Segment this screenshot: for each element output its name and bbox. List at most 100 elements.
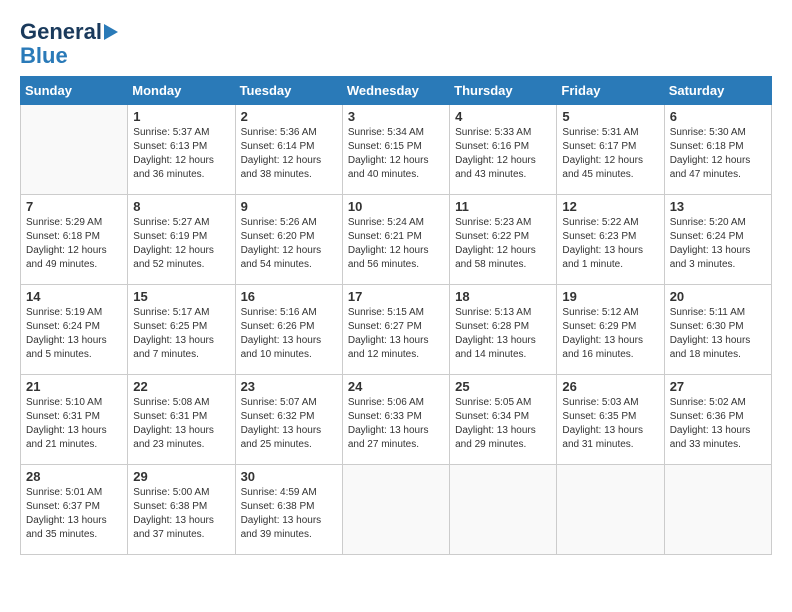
day-info: Sunrise: 5:12 AM Sunset: 6:29 PM Dayligh… bbox=[562, 306, 658, 362]
day-number: 21 bbox=[26, 379, 122, 394]
day-number: 4 bbox=[455, 109, 551, 124]
calendar-cell: 11Sunrise: 5:23 AM Sunset: 6:22 PM Dayli… bbox=[450, 195, 557, 285]
day-number: 9 bbox=[241, 199, 337, 214]
day-number: 22 bbox=[133, 379, 229, 394]
day-info: Sunrise: 5:13 AM Sunset: 6:28 PM Dayligh… bbox=[455, 306, 551, 362]
calendar-day-header: Friday bbox=[557, 77, 664, 105]
calendar-week-row: 21 Sunrise: 5:10 AM Sunset: 6:31 PM Dayli… bbox=[21, 375, 772, 465]
calendar-cell: 10Sunrise: 5:24 AM Sunset: 6:21 PM Dayli… bbox=[342, 195, 449, 285]
calendar-cell: 18 Sunrise: 5:13 AM Sunset: 6:28 PM Dayli… bbox=[450, 285, 557, 375]
calendar-cell bbox=[557, 465, 664, 555]
day-number: 3 bbox=[348, 109, 444, 124]
calendar-cell bbox=[450, 465, 557, 555]
calendar-header: SundayMondayTuesdayWednesdayThursdayFrid… bbox=[21, 77, 772, 105]
day-number: 24 bbox=[348, 379, 444, 394]
calendar-cell: 9 Sunrise: 5:26 AM Sunset: 6:20 PM Daylig… bbox=[235, 195, 342, 285]
day-info: Sunrise: 5:15 AM Sunset: 6:27 PM Dayligh… bbox=[348, 306, 444, 362]
calendar-cell: 1 Sunrise: 5:37 AM Sunset: 6:13 PM Daylig… bbox=[128, 105, 235, 195]
page-header: General Blue bbox=[20, 20, 772, 68]
day-info: Sunrise: 5:10 AM Sunset: 6:31 PM Dayligh… bbox=[26, 396, 122, 452]
calendar-day-header: Wednesday bbox=[342, 77, 449, 105]
day-info: Sunrise: 5:11 AM Sunset: 6:30 PM Dayligh… bbox=[670, 306, 766, 362]
calendar-cell bbox=[342, 465, 449, 555]
calendar-week-row: 7 Sunrise: 5:29 AM Sunset: 6:18 PM Daylig… bbox=[21, 195, 772, 285]
calendar-cell: 22 Sunrise: 5:08 AM Sunset: 6:31 PM Dayli… bbox=[128, 375, 235, 465]
day-number: 13 bbox=[670, 199, 766, 214]
day-number: 15 bbox=[133, 289, 229, 304]
day-number: 8 bbox=[133, 199, 229, 214]
day-info: Sunrise: 5:31 AM Sunset: 6:17 PM Dayligh… bbox=[562, 126, 658, 182]
calendar-cell: 29Sunrise: 5:00 AM Sunset: 6:38 PM Dayli… bbox=[128, 465, 235, 555]
calendar-cell: 25 Sunrise: 5:05 AM Sunset: 6:34 PM Dayli… bbox=[450, 375, 557, 465]
day-number: 10 bbox=[348, 199, 444, 214]
day-info: Sunrise: 5:36 AM Sunset: 6:14 PM Dayligh… bbox=[241, 126, 337, 182]
day-info: Sunrise: 5:02 AM Sunset: 6:36 PM Dayligh… bbox=[670, 396, 766, 452]
calendar-cell: 19 Sunrise: 5:12 AM Sunset: 6:29 PM Dayli… bbox=[557, 285, 664, 375]
day-info: Sunrise: 5:29 AM Sunset: 6:18 PM Dayligh… bbox=[26, 216, 122, 272]
day-number: 29 bbox=[133, 469, 229, 484]
calendar-week-row: 14 Sunrise: 5:19 AM Sunset: 6:24 PM Dayli… bbox=[21, 285, 772, 375]
day-number: 2 bbox=[241, 109, 337, 124]
day-info: Sunrise: 5:20 AM Sunset: 6:24 PM Dayligh… bbox=[670, 216, 766, 272]
day-info: Sunrise: 5:33 AM Sunset: 6:16 PM Dayligh… bbox=[455, 126, 551, 182]
calendar-day-header: Sunday bbox=[21, 77, 128, 105]
calendar-cell: 28 Sunrise: 5:01 AM Sunset: 6:37 PM Dayli… bbox=[21, 465, 128, 555]
calendar-table: SundayMondayTuesdayWednesdayThursdayFrid… bbox=[20, 76, 772, 555]
day-number: 27 bbox=[670, 379, 766, 394]
day-info: Sunrise: 4:59 AM Sunset: 6:38 PM Dayligh… bbox=[241, 486, 337, 542]
day-info: Sunrise: 5:16 AM Sunset: 6:26 PM Dayligh… bbox=[241, 306, 337, 362]
calendar-day-header: Tuesday bbox=[235, 77, 342, 105]
day-number: 25 bbox=[455, 379, 551, 394]
day-info: Sunrise: 5:17 AM Sunset: 6:25 PM Dayligh… bbox=[133, 306, 229, 362]
day-number: 30 bbox=[241, 469, 337, 484]
day-number: 16 bbox=[241, 289, 337, 304]
day-number: 17 bbox=[348, 289, 444, 304]
calendar-body: 1 Sunrise: 5:37 AM Sunset: 6:13 PM Daylig… bbox=[21, 105, 772, 555]
calendar-cell bbox=[664, 465, 771, 555]
calendar-cell: 5 Sunrise: 5:31 AM Sunset: 6:17 PM Daylig… bbox=[557, 105, 664, 195]
calendar-day-header: Saturday bbox=[664, 77, 771, 105]
calendar-cell: 21 Sunrise: 5:10 AM Sunset: 6:31 PM Dayli… bbox=[21, 375, 128, 465]
day-number: 12 bbox=[562, 199, 658, 214]
calendar-cell: 2 Sunrise: 5:36 AM Sunset: 6:14 PM Daylig… bbox=[235, 105, 342, 195]
day-number: 23 bbox=[241, 379, 337, 394]
day-info: Sunrise: 5:30 AM Sunset: 6:18 PM Dayligh… bbox=[670, 126, 766, 182]
day-number: 1 bbox=[133, 109, 229, 124]
calendar-cell: 16 Sunrise: 5:16 AM Sunset: 6:26 PM Dayli… bbox=[235, 285, 342, 375]
calendar-cell: 8 Sunrise: 5:27 AM Sunset: 6:19 PM Daylig… bbox=[128, 195, 235, 285]
day-number: 14 bbox=[26, 289, 122, 304]
day-number: 11 bbox=[455, 199, 551, 214]
logo-line2: Blue bbox=[20, 44, 68, 68]
day-info: Sunrise: 5:37 AM Sunset: 6:13 PM Dayligh… bbox=[133, 126, 229, 182]
calendar-cell: 12 Sunrise: 5:22 AM Sunset: 6:23 PM Dayli… bbox=[557, 195, 664, 285]
calendar-cell: 7 Sunrise: 5:29 AM Sunset: 6:18 PM Daylig… bbox=[21, 195, 128, 285]
day-info: Sunrise: 5:26 AM Sunset: 6:20 PM Dayligh… bbox=[241, 216, 337, 272]
day-info: Sunrise: 5:07 AM Sunset: 6:32 PM Dayligh… bbox=[241, 396, 337, 452]
day-info: Sunrise: 5:19 AM Sunset: 6:24 PM Dayligh… bbox=[26, 306, 122, 362]
day-number: 6 bbox=[670, 109, 766, 124]
day-info: Sunrise: 5:01 AM Sunset: 6:37 PM Dayligh… bbox=[26, 486, 122, 542]
calendar-cell: 13 Sunrise: 5:20 AM Sunset: 6:24 PM Dayli… bbox=[664, 195, 771, 285]
calendar-cell bbox=[21, 105, 128, 195]
calendar-cell: 17 Sunrise: 5:15 AM Sunset: 6:27 PM Dayli… bbox=[342, 285, 449, 375]
calendar-cell: 24 Sunrise: 5:06 AM Sunset: 6:33 PM Dayli… bbox=[342, 375, 449, 465]
calendar-cell: 26Sunrise: 5:03 AM Sunset: 6:35 PM Dayli… bbox=[557, 375, 664, 465]
calendar-week-row: 1 Sunrise: 5:37 AM Sunset: 6:13 PM Daylig… bbox=[21, 105, 772, 195]
day-info: Sunrise: 5:34 AM Sunset: 6:15 PM Dayligh… bbox=[348, 126, 444, 182]
calendar-cell: 15 Sunrise: 5:17 AM Sunset: 6:25 PM Dayli… bbox=[128, 285, 235, 375]
logo: General Blue bbox=[20, 20, 118, 68]
day-number: 5 bbox=[562, 109, 658, 124]
day-number: 28 bbox=[26, 469, 122, 484]
calendar-cell: 3 Sunrise: 5:34 AM Sunset: 6:15 PM Daylig… bbox=[342, 105, 449, 195]
day-info: Sunrise: 5:08 AM Sunset: 6:31 PM Dayligh… bbox=[133, 396, 229, 452]
calendar-cell: 23 Sunrise: 5:07 AM Sunset: 6:32 PM Dayli… bbox=[235, 375, 342, 465]
day-number: 18 bbox=[455, 289, 551, 304]
day-info: Sunrise: 5:22 AM Sunset: 6:23 PM Dayligh… bbox=[562, 216, 658, 272]
day-info: Sunrise: 5:06 AM Sunset: 6:33 PM Dayligh… bbox=[348, 396, 444, 452]
logo-arrow-icon bbox=[104, 24, 118, 40]
day-number: 19 bbox=[562, 289, 658, 304]
day-info: Sunrise: 5:05 AM Sunset: 6:34 PM Dayligh… bbox=[455, 396, 551, 452]
day-info: Sunrise: 5:27 AM Sunset: 6:19 PM Dayligh… bbox=[133, 216, 229, 272]
day-number: 20 bbox=[670, 289, 766, 304]
day-number: 7 bbox=[26, 199, 122, 214]
